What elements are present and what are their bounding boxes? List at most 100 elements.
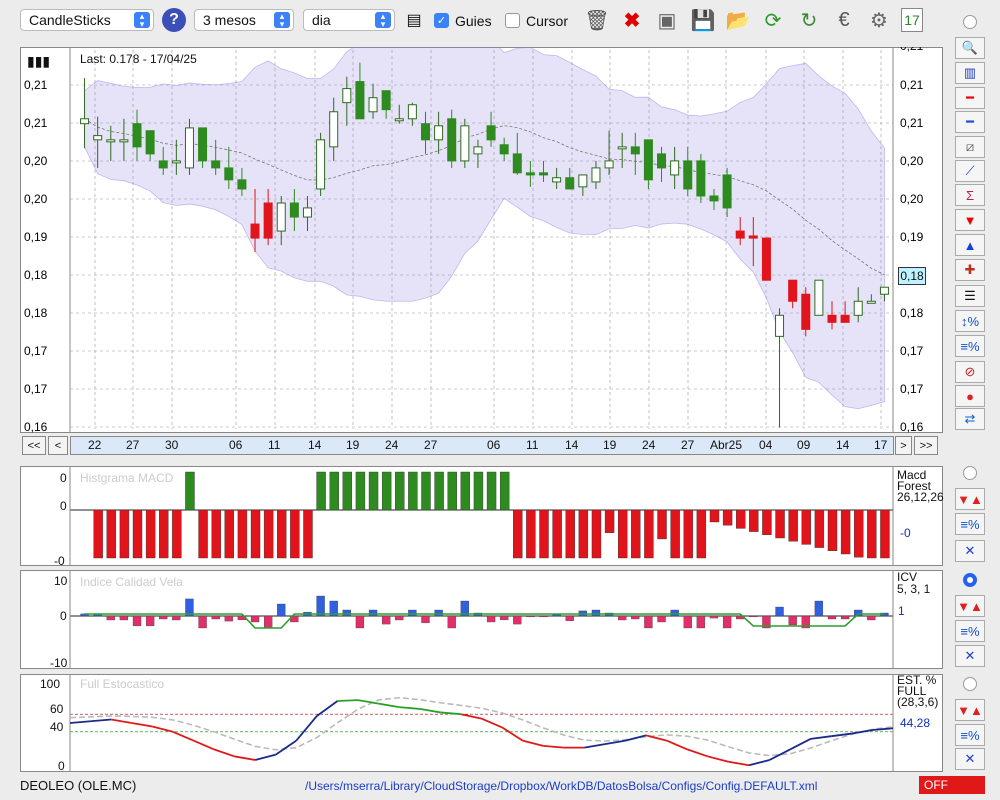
y-tick-label-right: 0,17	[900, 382, 924, 396]
macd-bar	[172, 509, 182, 559]
calendar-icon[interactable]: 17	[901, 8, 923, 32]
panel-radio-main[interactable]	[963, 15, 977, 29]
horizontal-line-blue-icon[interactable]: ━	[955, 111, 985, 133]
arrow-up-icon[interactable]: ▲	[955, 234, 985, 256]
macd-bar	[526, 509, 536, 559]
x-tick-label: 09	[797, 438, 811, 452]
arrow-down-icon[interactable]: ▼	[955, 209, 985, 231]
camera-icon[interactable]: ▣	[654, 6, 680, 34]
macd-bar	[670, 509, 680, 559]
candle-body	[866, 300, 876, 304]
signals-icon[interactable]: ▼▲	[955, 488, 985, 510]
panel-radio-macd[interactable]	[963, 466, 977, 480]
chart-type-select[interactable]: CandleSticks ▴ ▾	[20, 9, 154, 31]
percent-lines-icon[interactable]: ≡%	[955, 620, 985, 642]
candle-body	[276, 202, 286, 232]
percent-lines-icon[interactable]: ≡%	[955, 724, 985, 746]
stop-icon[interactable]: ⊘	[955, 361, 985, 383]
candle-body	[670, 160, 680, 176]
off-status-badge[interactable]: OFF	[919, 776, 985, 794]
signals-icon[interactable]: ▼▲	[955, 595, 985, 617]
macd-y-label: 0	[60, 471, 67, 485]
add-signals-icon[interactable]: ✚	[955, 259, 985, 281]
icv-bar	[224, 615, 233, 622]
last-price-label: Last: 0.178 - 17/04/25	[80, 52, 197, 66]
icv-bar	[368, 609, 378, 617]
icv-bar	[526, 615, 535, 618]
candle-body	[565, 177, 575, 190]
signals-icon[interactable]: ▼▲	[955, 699, 985, 721]
candle-body	[250, 223, 260, 239]
candles-tool-icon[interactable]: ▥	[955, 62, 985, 84]
toolbar: CandleSticks ▴ ▾ ? 3 mesos ▴ ▾ dia ▴ ▾ ▤ ✓ Gui…	[0, 0, 1000, 42]
channel-icon[interactable]: ⧄	[955, 136, 985, 158]
icv-y-label: 0	[60, 609, 67, 623]
delete-x-icon[interactable]: ✖	[619, 6, 645, 34]
interval-select[interactable]: dia ▴ ▾	[303, 9, 395, 31]
candle-body	[473, 146, 483, 155]
macd-bar	[408, 471, 418, 511]
stoch-title-3: (28,3,6)	[897, 695, 939, 709]
macd-bar	[617, 509, 628, 559]
euro-icon[interactable]: €	[831, 6, 857, 34]
guides-checkbox[interactable]: ✓	[434, 13, 449, 28]
candle-body	[368, 97, 378, 113]
sync-icon[interactable]: ↻	[796, 6, 822, 34]
chart-type-value: CandleSticks	[29, 12, 111, 28]
icv-bar	[132, 615, 142, 627]
percent-range-icon[interactable]: ↕%	[955, 310, 985, 332]
nav-first-button[interactable]: <<	[22, 436, 46, 455]
trendline-icon[interactable]: ⟋	[955, 160, 985, 182]
current-price-marker: 0,18	[898, 267, 926, 285]
save-icon[interactable]: 💾	[690, 6, 716, 34]
percent-lines-icon[interactable]: ≡%	[955, 335, 985, 357]
trash-icon[interactable]: 🗑	[584, 6, 610, 34]
panel-radio-stoch[interactable]	[963, 677, 977, 691]
x-tick-label: 24	[385, 438, 399, 452]
icv-bar	[618, 615, 627, 621]
chart-window-icon[interactable]: ▤	[401, 6, 427, 34]
crossover-icon[interactable]: ✕	[955, 540, 985, 562]
stoch-y-label: 100	[40, 677, 61, 691]
candlestick-chart[interactable]: 0,21 0,21 0,21 0,21 0,20 0,20 0,20 0,20 0,19 0,19…	[20, 47, 943, 433]
icv-bar	[749, 615, 758, 618]
refresh-icon[interactable]: ⟳	[760, 6, 786, 34]
crossover-icon[interactable]: ✕	[955, 748, 985, 770]
candle-body	[381, 90, 391, 111]
stoch-k-segment	[810, 735, 832, 740]
config-path-link[interactable]: /Users/mserra/Library/CloudStorage/Dropb…	[305, 779, 817, 793]
stoch-d-line	[69, 696, 894, 757]
nav-next-button[interactable]: >	[895, 436, 912, 455]
nav-last-button[interactable]: >>	[914, 436, 938, 455]
folder-icon[interactable]: 📂	[725, 6, 751, 34]
record-icon[interactable]: ●	[955, 385, 985, 407]
horizontal-line-red-icon[interactable]: ━	[955, 87, 985, 109]
candle-body	[106, 139, 116, 143]
cursor-checkbox[interactable]	[505, 13, 520, 28]
y-tick-label-left: 0,21	[24, 116, 48, 130]
icv-bar	[172, 615, 181, 621]
macd-bar	[854, 509, 864, 558]
panel-radio-icv[interactable]	[963, 573, 977, 587]
x-tick-label: Abr25	[710, 438, 743, 452]
macd-bar	[145, 509, 156, 559]
macd-bar	[132, 509, 143, 559]
nav-prev-button[interactable]: <	[48, 436, 68, 455]
help-icon[interactable]: ?	[162, 8, 186, 32]
crossover-icon[interactable]: ✕	[955, 645, 985, 667]
sigma-line-icon[interactable]: Σ	[955, 184, 985, 206]
stoch-k-segment	[316, 700, 339, 717]
macd-bar	[159, 509, 169, 559]
stoch-k-segment	[172, 730, 194, 742]
period-select[interactable]: 3 mesos ▴ ▾	[194, 9, 294, 31]
y-tick-label-left: 0,17	[24, 382, 48, 396]
lines-icon[interactable]: ☰	[955, 285, 985, 307]
candle-body	[840, 314, 850, 323]
zoom-icon[interactable]: 🔍	[955, 37, 985, 59]
swap-icon[interactable]: ⇄	[955, 408, 985, 430]
x-tick-label: 27	[126, 438, 140, 452]
gear-icon[interactable]: ⚙	[866, 6, 892, 34]
y-tick-label-right: 0,18	[900, 306, 924, 320]
percent-lines-icon[interactable]: ≡%	[955, 513, 985, 535]
y-tick-label-right: 0,20	[900, 192, 924, 206]
